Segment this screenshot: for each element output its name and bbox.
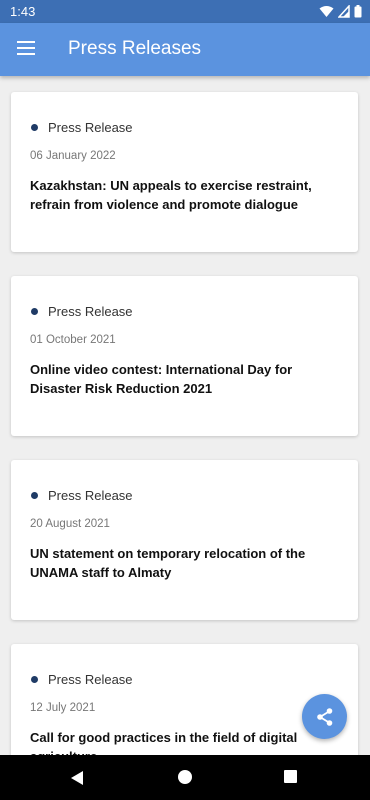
release-title: Online video contest: International Day … [30,362,293,396]
back-icon[interactable] [70,770,84,786]
bullet-dot-icon [31,676,38,683]
category-tag: Press Release [48,120,133,135]
tag-row: Press Release [31,672,133,687]
press-release-card[interactable]: Press Release 20 August 2021 UN statemen… [11,460,358,620]
release-date: 12 July 2021 [30,702,96,714]
signal-icon [338,5,350,18]
press-release-card[interactable]: Press Release 06 January 2022 Kazakhstan… [11,92,358,252]
tag-row: Press Release [31,120,133,135]
bullet-dot-icon [31,492,38,499]
battery-icon [354,5,362,18]
status-bar: 1:43 [0,0,370,23]
release-date: 06 January 2022 [30,150,116,162]
press-release-card[interactable]: Press Release 12 July 2021 Call for good… [11,644,358,755]
navigation-bar [0,755,370,800]
status-icons [319,5,362,18]
release-title: UN statement on temporary relocation of … [30,546,306,580]
home-icon[interactable] [178,770,192,784]
release-date: 20 August 2021 [30,518,110,530]
tag-row: Press Release [31,488,133,503]
release-title: Call for good practices in the field of … [30,730,298,755]
bullet-dot-icon [31,308,38,315]
wifi-icon [319,6,334,17]
status-time: 1:43 [10,4,36,19]
press-release-list[interactable]: Press Release 06 January 2022 Kazakhstan… [0,76,370,755]
page-title: Press Releases [68,38,202,59]
bullet-dot-icon [31,124,38,131]
release-date: 01 October 2021 [30,334,116,346]
share-icon [316,707,332,726]
recents-icon[interactable] [284,770,297,783]
release-title: Kazakhstan: UN appeals to exercise restr… [30,178,312,212]
category-tag: Press Release [48,488,133,503]
share-button[interactable] [302,694,347,739]
hamburger-menu-icon[interactable] [17,41,35,55]
category-tag: Press Release [48,672,133,687]
tag-row: Press Release [31,304,133,319]
category-tag: Press Release [48,304,133,319]
press-release-card[interactable]: Press Release 01 October 2021 Online vid… [11,276,358,436]
app-bar: Press Releases [0,23,370,76]
